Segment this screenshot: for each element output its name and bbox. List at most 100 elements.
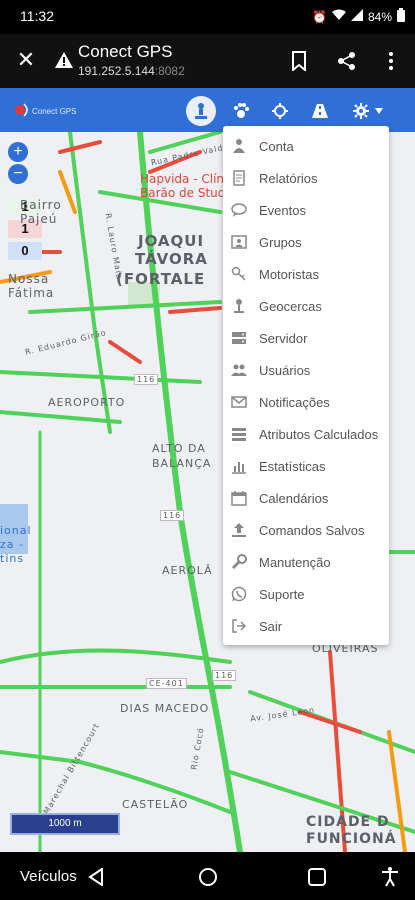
menu-item-motoristas[interactable]: Motoristas [223, 258, 389, 290]
menu-item-notificacoes[interactable]: Notificações [223, 386, 389, 418]
map-label-116-a: 116 [134, 374, 159, 385]
menu-item-grupos[interactable]: Grupos [223, 226, 389, 258]
map-label-bairro: Bairro [20, 198, 62, 212]
map-label-funcional: FUNCIONÁ [306, 831, 397, 847]
menu-label: Motoristas [259, 266, 319, 282]
bookmark-button[interactable] [286, 48, 312, 74]
count-unknown: 0 [8, 242, 42, 260]
menu-label: Atributos Calculados [259, 426, 379, 442]
settings-menu-button[interactable] [346, 96, 390, 126]
map-label-aerola: AEROLÂ [162, 564, 213, 577]
map-label-hapvida-2: Barão de Stud [140, 186, 226, 200]
paw-icon [234, 103, 249, 118]
crosshair-icon [272, 103, 288, 119]
envelope-icon [231, 396, 247, 408]
bookmark-icon [292, 51, 306, 71]
menu-item-usuarios[interactable]: Usuários [223, 354, 389, 386]
geofence-pin-icon [234, 299, 244, 313]
menu-item-geocercas[interactable]: Geocercas [223, 290, 389, 322]
whatsapp-icon [231, 586, 247, 602]
menu-item-eventos[interactable]: Eventos [223, 194, 389, 226]
map-label-pajeu: Pajeú [20, 212, 58, 226]
users-icon [231, 364, 247, 376]
map-label-ce401: CE-401 [146, 678, 187, 689]
menu-item-manutencao[interactable]: Manutenção [223, 546, 389, 578]
person-icon [233, 139, 245, 153]
map-label-city-a: ional [0, 524, 32, 537]
home-icon[interactable] [198, 867, 218, 887]
warning-icon [55, 52, 73, 68]
status-bar: 11:32 ⏰ 84% [0, 0, 415, 34]
report-icon [233, 170, 245, 186]
veiculos-tab[interactable]: Veículos [20, 868, 77, 885]
map-label-dias-macedo: DIAS MACEDO [120, 702, 210, 715]
map-label-hapvida-1: Hapvida - Clín [140, 172, 225, 186]
zoom-out-button[interactable]: − [8, 164, 28, 184]
status-icons: ⏰ 84% [312, 8, 405, 25]
map-label-fatima: Fátima [8, 286, 55, 300]
page-url: 191.252.5.144:8082 [78, 64, 185, 78]
battery-icon [397, 8, 405, 25]
menu-item-servidor[interactable]: Servidor [223, 322, 389, 354]
share-button[interactable] [334, 48, 360, 74]
menu-item-atributos[interactable]: Atributos Calculados [223, 418, 389, 450]
menu-label: Grupos [259, 234, 302, 250]
map-label-tavora: TÁVORA [135, 250, 208, 268]
url-port: :8082 [154, 64, 185, 78]
map-label-balanca: BALANÇA [152, 457, 212, 470]
menu-label: Relatórios [259, 170, 318, 186]
logo-text: Conect GPS [32, 107, 76, 116]
system-nav-bar: Veículos [0, 852, 415, 900]
groups-icon [231, 235, 247, 249]
signal-icon [350, 9, 363, 24]
logout-icon [232, 619, 247, 633]
menu-label: Estatísticas [259, 458, 326, 474]
menu-item-suporte[interactable]: Suporte [223, 578, 389, 610]
url-host: 191.252.5.144 [78, 64, 155, 78]
scale-bar: 1000 m [10, 813, 120, 835]
recents-icon[interactable] [308, 868, 326, 886]
menu-item-comandos[interactable]: Comandos Salvos [223, 514, 389, 546]
map-label-116-c: 116 [212, 670, 237, 681]
menu-label: Sair [259, 618, 283, 634]
menu-label: Servidor [259, 330, 308, 346]
map-label-city-b: za - [0, 538, 24, 551]
chat-bubble-icon [231, 203, 247, 217]
menu-label: Geocercas [259, 298, 322, 314]
road-button[interactable] [305, 96, 335, 126]
gear-icon [353, 103, 369, 119]
menu-item-estatisticas[interactable]: Estatísticas [223, 450, 389, 482]
zoom-in-button[interactable]: + [8, 142, 28, 162]
wifi-icon [331, 9, 346, 24]
back-icon[interactable] [88, 868, 104, 886]
more-options-button[interactable] [378, 48, 404, 74]
server-icon [232, 332, 246, 344]
menu-label: Conta [259, 138, 294, 154]
map-label-castelao: CASTELÃO [122, 798, 189, 811]
accessibility-icon[interactable] [378, 864, 402, 888]
person-pin-button[interactable] [186, 96, 216, 126]
menu-item-calendarios[interactable]: Calendários [223, 482, 389, 514]
crosshair-button[interactable] [265, 96, 295, 126]
menu-item-conta[interactable]: Conta [223, 130, 389, 162]
key-icon [231, 266, 246, 281]
road-icon [312, 104, 328, 118]
menu-label: Suporte [259, 586, 305, 602]
wrench-icon [231, 554, 247, 570]
bar-chart-icon [232, 462, 246, 474]
paw-button[interactable] [226, 96, 256, 126]
map-label-aeroporto: AEROPORTO [48, 396, 126, 409]
close-button[interactable]: ✕ [14, 48, 38, 72]
map-label-city-c: tins [0, 552, 25, 565]
menu-label: Eventos [259, 202, 306, 218]
menu-label: Manutenção [259, 554, 331, 570]
menu-label: Notificações [259, 394, 330, 410]
menu-item-sair[interactable]: Sair [223, 610, 389, 642]
page-title: Conect GPS [78, 42, 173, 61]
caret-down-icon [375, 108, 383, 114]
browser-bar: ✕ Conect GPS 191.252.5.144:8082 [0, 34, 415, 88]
menu-item-relatorios[interactable]: Relatórios [223, 162, 389, 194]
alarm-icon: ⏰ [312, 9, 327, 24]
logo: Conect GPS [12, 100, 92, 120]
map-label-alto-da: ALTO DA [152, 442, 206, 455]
